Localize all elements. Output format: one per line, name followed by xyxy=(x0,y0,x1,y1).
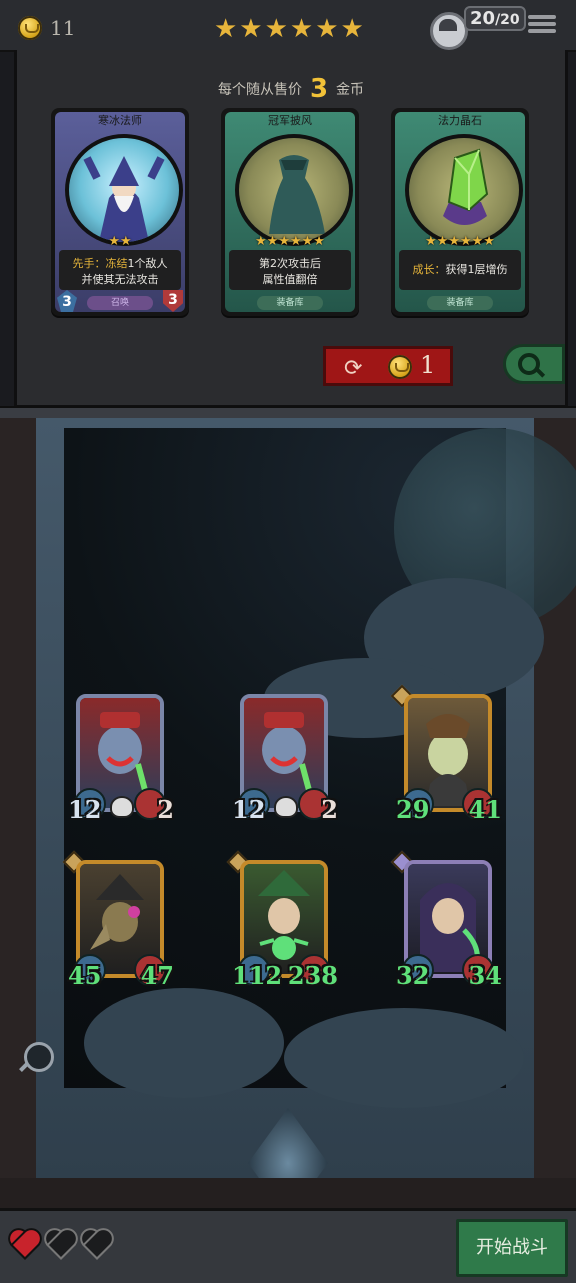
battle-board xyxy=(0,418,576,1280)
player-avatar[interactable] xyxy=(430,12,468,50)
card-title: 冠军披风 xyxy=(268,114,312,127)
card-desc-rest: 1个敌人 xyxy=(127,257,168,270)
inspect-search-icon[interactable] xyxy=(24,1042,54,1072)
card-stars: ★★★★★★ xyxy=(425,234,495,249)
card-description: 先手：冻结1个敌人 并使其无法攻击 xyxy=(59,250,181,290)
card-type-tag: 装备库 xyxy=(257,296,323,310)
shop-card-champion-cloak[interactable]: 冠军披风 ★★★★★★ 第2次攻击后 属性值翻倍 装备库 xyxy=(221,108,359,316)
shop-card-mana-crystal[interactable]: 法力晶石 ★★★★★★ 成长：获得1层增伤 装备库 xyxy=(391,108,529,316)
refresh-icon: ⟳ xyxy=(344,356,363,381)
life-heart-empty-icon xyxy=(82,1231,112,1259)
sell-price-suffix: 金币 xyxy=(336,82,365,98)
card-stars: ★★★★★★ xyxy=(255,234,325,249)
sell-price-label: 每个随从售价 3 金币 xyxy=(17,74,565,104)
board-unit[interactable]: 45 47 xyxy=(62,850,174,990)
card-keyword: 成长： xyxy=(412,263,446,276)
sell-price-prefix: 每个随从售价 xyxy=(217,82,302,98)
card-desc-line1: 第2次攻击后 xyxy=(259,257,321,270)
unit-health: 2 xyxy=(157,795,174,824)
board-unit[interactable]: 112 238 xyxy=(226,850,338,990)
shop-panel: 每个随从售价 3 金币 寒冰法师 ★★ 先手：冻结1个敌人 并使其无法攻击 3 召唤… xyxy=(14,50,568,408)
card-description: 成长：获得1层增伤 xyxy=(399,250,521,290)
skull-icon xyxy=(274,796,298,818)
gold-count: 11 xyxy=(50,16,76,40)
card-type-tag: 装备库 xyxy=(427,296,493,310)
unit-attack: 32 xyxy=(396,961,430,990)
card-desc-line2: 属性值翻倍 xyxy=(262,273,318,286)
reroll-button[interactable]: ⟳ 1 xyxy=(323,346,453,386)
card-desc-line2: 并使其无法攻击 xyxy=(81,273,159,286)
unit-attack: 29 xyxy=(396,795,430,824)
unit-attack: 112 xyxy=(232,961,283,990)
board-unit[interactable]: 29 41 xyxy=(390,684,502,824)
card-stars: ★★ xyxy=(108,234,132,249)
population-value: 20 xyxy=(470,8,496,29)
unit-health: 238 xyxy=(287,961,338,990)
life-heart-icon xyxy=(10,1231,40,1259)
start-battle-button[interactable]: 开始战斗 xyxy=(456,1219,568,1277)
reroll-cost: 1 xyxy=(420,351,436,379)
bottom-bar: 开始战斗 xyxy=(0,1208,576,1283)
ice-mage-portrait-icon xyxy=(65,134,183,246)
board-unit[interactable]: 12 2 xyxy=(232,694,338,824)
card-keyword: 先手：冻结 xyxy=(72,257,128,270)
board-unit[interactable]: 12 2 xyxy=(68,694,174,824)
gold-coin-icon xyxy=(388,355,412,379)
unit-attack: 12 xyxy=(232,795,266,824)
unit-health: 41 xyxy=(468,795,502,824)
card-desc-rest: 获得1层增伤 xyxy=(445,263,508,276)
cloak-icon xyxy=(235,134,353,246)
tavern-tier-stars: ★★★★★★ xyxy=(214,14,366,44)
search-icon xyxy=(518,353,540,375)
card-description: 第2次攻击后 属性值翻倍 xyxy=(229,250,351,290)
card-title: 法力晶石 xyxy=(438,114,482,127)
board-unit[interactable]: 32 34 xyxy=(390,850,502,990)
sell-price-value: 3 xyxy=(309,74,329,104)
crystal-icon xyxy=(405,134,523,246)
search-button[interactable] xyxy=(503,344,565,384)
gold-coin-icon xyxy=(18,16,42,40)
unit-attack: 12 xyxy=(68,795,102,824)
skull-icon xyxy=(110,796,134,818)
population-max: /20 xyxy=(495,12,520,28)
unit-health: 2 xyxy=(321,795,338,824)
top-bar: 11 ★★★★★★ 20/20 xyxy=(0,0,576,52)
unit-health: 47 xyxy=(140,961,174,990)
unit-health: 34 xyxy=(468,961,502,990)
menu-icon[interactable] xyxy=(528,12,556,40)
unit-attack: 45 xyxy=(68,961,102,990)
card-title: 寒冰法师 xyxy=(98,114,142,127)
life-heart-empty-icon xyxy=(46,1231,76,1259)
shop-card-ice-mage[interactable]: 寒冰法师 ★★ 先手：冻结1个敌人 并使其无法攻击 3 召唤 3 xyxy=(51,108,189,316)
population-counter: 20/20 xyxy=(464,6,526,31)
card-type-tag: 召唤 xyxy=(87,296,153,310)
